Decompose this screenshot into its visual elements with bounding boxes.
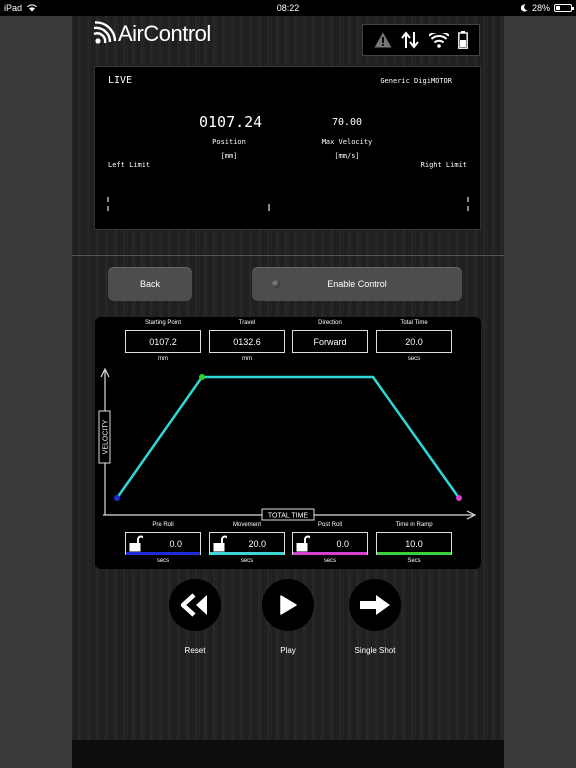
live-label: LIVE <box>108 75 133 86</box>
x-axis-label-text: TOTAL TIME <box>268 513 309 520</box>
y-axis-label: VELOCITY <box>98 410 111 464</box>
field-unit: secs <box>407 356 421 362</box>
warning-icon[interactable] <box>374 32 392 48</box>
max-velocity-unit: [mm/s] <box>334 152 360 160</box>
battery-icon <box>554 4 574 12</box>
time-in-ramp-value: 10.0 <box>405 539 423 549</box>
field-header: Travel <box>238 320 256 326</box>
field-header: Post Roll <box>317 522 342 528</box>
play-label: Play <box>280 646 296 655</box>
unlock-icon[interactable] <box>213 535 227 552</box>
movement-color-bar <box>210 552 284 555</box>
play-button[interactable] <box>262 579 314 631</box>
travel-input[interactable]: 0132.6 <box>209 330 285 353</box>
starting-point-field: Starting Point 0107.2 mm <box>125 320 201 362</box>
pre-roll-input[interactable]: 0.0 <box>125 532 201 555</box>
post-roll-field: Post Roll 0.0 secs <box>292 522 368 564</box>
section-divider <box>72 255 504 256</box>
app-title: AirControl <box>118 21 211 46</box>
total-time-input[interactable]: 20.0 <box>376 330 452 353</box>
enable-control-button[interactable]: Enable Control <box>252 267 462 301</box>
velocity-profile-graph[interactable]: VELOCITY TOTAL TIME <box>95 367 481 523</box>
single-shot-button[interactable] <box>349 579 401 631</box>
field-unit: Secs <box>407 558 421 564</box>
field-unit: secs <box>323 558 337 564</box>
arrow-right-icon <box>360 595 390 615</box>
post-roll-input[interactable]: 0.0 <box>292 532 368 555</box>
left-limit-label: Left Limit <box>108 161 151 169</box>
status-led-icon <box>272 280 280 288</box>
field-header: Pre Roll <box>152 522 174 528</box>
position-unit: [mm] <box>220 152 238 160</box>
max-velocity-value: 70.00 <box>331 117 363 128</box>
unlock-icon[interactable] <box>296 535 310 552</box>
start-point-dot <box>114 495 120 501</box>
position-label: Position <box>212 138 246 146</box>
direction-input[interactable]: Forward <box>292 330 368 353</box>
movement-value: 20.0 <box>248 539 266 549</box>
app-logo: AirControl <box>92 18 211 50</box>
travel-field: Travel 0132.6 mm <box>209 320 285 362</box>
bottom-strip <box>72 740 504 768</box>
field-header: Total Time <box>400 320 428 326</box>
back-button[interactable]: Back <box>108 267 192 301</box>
status-time: 08:22 <box>276 3 300 13</box>
ramp-end-dot <box>199 374 205 380</box>
wifi-icon[interactable] <box>428 32 449 48</box>
battery-percent: 28% <box>531 3 550 13</box>
field-unit: mm <box>158 356 168 362</box>
live-display: LIVE Generic DigiMOTOR 0107.24 Position … <box>94 66 481 230</box>
left-limit-marker <box>107 206 109 211</box>
field-header: Starting Point <box>144 320 182 326</box>
unlock-icon[interactable] <box>129 535 143 552</box>
velocity-profile-line <box>115 375 461 499</box>
time-in-ramp-input[interactable]: 10.0 <box>376 532 452 555</box>
direction-field: Direction Forward <box>292 320 368 356</box>
signal-waves-icon <box>93 21 116 44</box>
time-in-ramp-color-bar <box>377 552 451 555</box>
single-shot-label: Single Shot <box>354 646 396 655</box>
position-value: 0107.24 <box>199 113 263 131</box>
pre-roll-value: 0.0 <box>169 539 182 549</box>
position-marker <box>268 204 270 211</box>
moon-icon <box>520 4 528 12</box>
pre-roll-field: Pre Roll 0.0 secs <box>125 522 201 564</box>
pre-roll-color-bar <box>126 552 200 555</box>
battery-fill <box>556 6 560 10</box>
motor-name: Generic DigiMOTOR <box>380 77 452 85</box>
reset-label: Reset <box>184 646 206 655</box>
motion-profile-panel: Starting Point 0107.2 mm Travel 0132.6 m… <box>95 317 481 569</box>
right-limit-label: Right Limit <box>420 161 467 169</box>
y-axis-label-text: VELOCITY <box>103 419 110 454</box>
status-right: 28% <box>520 3 574 13</box>
end-point-dot <box>456 495 462 501</box>
starting-point-input[interactable]: 0107.2 <box>125 330 201 353</box>
enable-control-label: Enable Control <box>327 279 387 289</box>
time-in-ramp-field: Time in Ramp 10.0 Secs <box>376 522 452 564</box>
play-icon <box>280 595 297 615</box>
field-header: Movement <box>232 522 261 528</box>
status-bar: iPad 08:22 28% <box>0 0 576 16</box>
field-unit: secs <box>240 558 254 564</box>
field-header: Time in Ramp <box>395 522 433 528</box>
rewind-icon <box>180 593 207 617</box>
battery-icon[interactable] <box>458 31 469 49</box>
left-limit-marker <box>107 197 109 202</box>
movement-input[interactable]: 20.0 <box>209 532 285 555</box>
post-roll-color-bar <box>293 552 367 555</box>
right-limit-marker <box>467 206 469 211</box>
app-screen: iPad 08:22 28% AirControl LIVE Generic D… <box>0 0 576 768</box>
reset-button[interactable] <box>169 579 221 631</box>
field-header: Direction <box>318 320 342 326</box>
transfer-arrows-icon[interactable] <box>401 31 420 49</box>
header-status-icons <box>362 24 480 56</box>
post-roll-value: 0.0 <box>336 539 349 549</box>
field-unit: secs <box>156 558 170 564</box>
total-time-field: Total Time 20.0 secs <box>376 320 452 362</box>
x-axis-label: TOTAL TIME <box>261 508 315 521</box>
movement-field: Movement 20.0 secs <box>209 522 285 564</box>
right-limit-marker <box>467 197 469 202</box>
max-velocity-label: Max Velocity <box>321 138 373 146</box>
field-unit: mm <box>242 356 252 362</box>
